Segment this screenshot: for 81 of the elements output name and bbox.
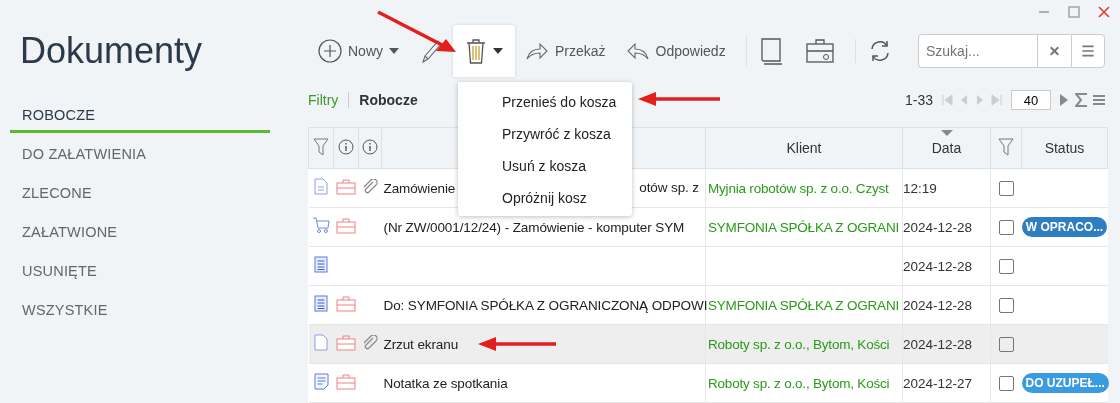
info-icon [362, 138, 378, 155]
book-icon[interactable] [745, 36, 785, 66]
spreadsheet-icon [314, 256, 328, 273]
client-name: Roboty sp. z o.o., Bytom, Kości [708, 375, 890, 391]
briefcase-icon [336, 295, 356, 312]
forward-arrow-icon [525, 41, 549, 61]
checkbox[interactable] [998, 375, 1014, 391]
play-icon[interactable] [1059, 94, 1069, 106]
spreadsheet-icon [314, 295, 328, 312]
document-icon [314, 334, 328, 351]
briefcase-icon [336, 217, 356, 234]
sidebar-item[interactable]: ZLECONE [10, 180, 270, 219]
date-text: 12:19 [903, 180, 937, 196]
checkbox[interactable] [998, 258, 1014, 274]
document-title: Zrzut ekranu [383, 336, 459, 352]
briefcase-icon[interactable] [804, 38, 835, 64]
date-text: 2024-12-28 [903, 336, 973, 352]
briefcase-icon [336, 334, 356, 351]
menu-item[interactable]: Przenieś do kosza [458, 86, 632, 118]
note-icon [313, 373, 329, 390]
delete-button[interactable] [453, 25, 515, 77]
document-title: Notatka ze spotkania [383, 375, 508, 391]
date-text: 2024-12-27 [903, 375, 973, 391]
checkbox[interactable] [998, 180, 1014, 196]
menu-item[interactable]: Usuń z kosza [458, 150, 632, 182]
page-title: Dokumenty [20, 30, 204, 73]
column-header[interactable]: Data [931, 140, 962, 156]
menu-icon[interactable] [1071, 34, 1105, 68]
status-badge: DO UZUPEŁ... [1021, 373, 1109, 393]
menu-item[interactable]: Opróżnij kosz [458, 182, 632, 214]
menu-item[interactable]: Przywróć z kosza [458, 118, 632, 150]
client-name: SYMFONIA SPÓŁKA Z OGRANI [708, 219, 899, 235]
sidebar-item[interactable]: ZAŁATWIONE [10, 219, 270, 258]
sort-icon [941, 130, 953, 136]
new-button[interactable]: Nowy [308, 25, 409, 77]
filter-icon[interactable] [313, 137, 329, 156]
column-header[interactable]: Klient [786, 140, 822, 156]
forward-button[interactable]: Przekaż [515, 25, 616, 77]
refresh-icon[interactable] [854, 39, 892, 63]
checkbox[interactable] [998, 297, 1014, 313]
trash-icon [465, 37, 487, 65]
date-text: 2024-12-28 [903, 219, 973, 235]
caret-icon [389, 48, 399, 54]
status-badge: W OPRACO... [1021, 217, 1108, 237]
client-name: SYMFONIA SPÓŁKA Z OGRANI [708, 297, 899, 313]
sidebar-item[interactable]: DO ZAŁATWIENIA [10, 141, 270, 180]
date-text: 2024-12-28 [903, 258, 973, 274]
sidebar-item[interactable]: WSZYSTKIE [10, 297, 270, 336]
column-header[interactable]: Status [1044, 140, 1085, 156]
document-title: Zamówienie [383, 180, 456, 196]
client-name: Roboty sp. z o.o., Bytom, Kości [708, 336, 890, 352]
paperclip-icon [362, 334, 378, 351]
briefcase-icon [336, 178, 356, 195]
document-title: Do: SYMFONIA SPÓŁKA Z OGRANICZONĄ ODPOWI [383, 297, 708, 313]
sidebar-item[interactable]: ROBOCZE [10, 102, 270, 133]
client-name: Myjnia robotów sp. z o.o. Czyst [708, 180, 889, 196]
caret-icon [493, 48, 503, 54]
range-label: 1-33 [904, 92, 933, 108]
view-label: Robocze [359, 92, 418, 108]
cart-icon [312, 217, 330, 234]
document-title: (Nr ZW/0001/12/24) - Zamówienie - komputer SYM [383, 219, 685, 235]
reply-arrow-icon [625, 41, 650, 61]
date-text: 2024-12-28 [903, 297, 973, 313]
briefcase-icon [336, 373, 356, 390]
filter-icon[interactable] [998, 137, 1014, 156]
page-size-field[interactable]: 40 [1011, 90, 1051, 110]
checkbox[interactable] [998, 219, 1014, 235]
close-icon[interactable] [1098, 6, 1110, 18]
sum-icon[interactable] [1075, 93, 1087, 107]
menu-icon[interactable] [1093, 94, 1105, 106]
document-icon [314, 178, 328, 195]
sidebar-item[interactable]: USUNIĘTE [10, 258, 270, 297]
document-title: otów sp. z [639, 180, 699, 195]
paperclip-icon [362, 178, 378, 195]
plus-icon [318, 39, 342, 63]
checkbox[interactable] [998, 336, 1014, 352]
reply-button[interactable]: Odpowiedz [615, 25, 736, 77]
maximize-icon[interactable] [1068, 6, 1080, 18]
search-field[interactable]: Szukaj... [918, 34, 1037, 68]
info-icon [338, 138, 354, 155]
clear-icon[interactable] [1037, 34, 1071, 68]
